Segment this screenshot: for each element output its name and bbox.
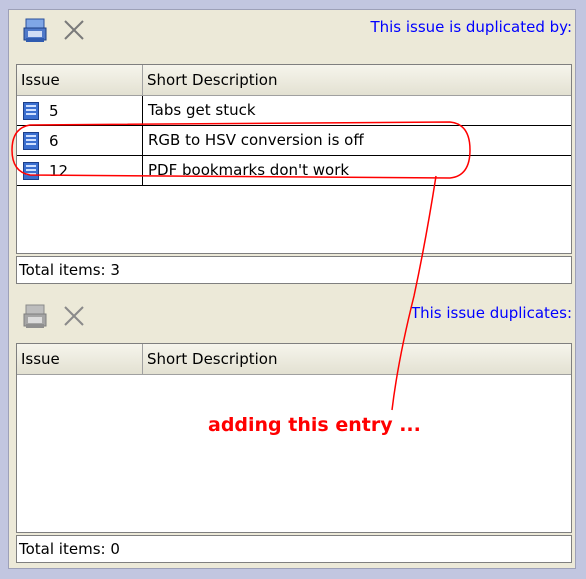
issue-cell: 5 bbox=[17, 96, 143, 125]
issue-number: 12 bbox=[49, 161, 69, 180]
delete-icon[interactable] bbox=[60, 16, 88, 44]
issue-icon bbox=[23, 101, 39, 120]
issue-number: 5 bbox=[49, 101, 59, 120]
table-header: Issue Short Description bbox=[17, 65, 571, 96]
issue-icon bbox=[23, 161, 39, 180]
column-header-short-description[interactable]: Short Description bbox=[143, 344, 571, 374]
issue-icon bbox=[23, 131, 39, 150]
table-row[interactable]: 12 PDF bookmarks don't work bbox=[17, 156, 571, 186]
description-cell: PDF bookmarks don't work bbox=[148, 161, 350, 179]
column-header-short-description[interactable]: Short Description bbox=[143, 65, 571, 95]
table-row[interactable]: 5 Tabs get stuck bbox=[17, 96, 571, 126]
annotation-text: adding this entry ... bbox=[208, 414, 421, 436]
duplicated-by-table: Issue Short Description 5 Tabs get stuck… bbox=[16, 64, 572, 254]
table-row[interactable]: 6 RGB to HSV conversion is off bbox=[17, 126, 571, 156]
bottom-total-items: Total items: 0 bbox=[16, 535, 572, 563]
description-cell: Tabs get stuck bbox=[148, 101, 256, 119]
top-toolbar: This issue is duplicated by: bbox=[16, 12, 576, 52]
bottom-panel-caption: This issue duplicates: bbox=[410, 304, 572, 322]
bottom-toolbar: This issue duplicates: bbox=[16, 298, 576, 338]
save-icon[interactable] bbox=[22, 302, 50, 330]
issue-cell: 6 bbox=[17, 126, 143, 155]
table-header: Issue Short Description bbox=[17, 344, 571, 375]
issue-number: 6 bbox=[49, 131, 59, 150]
delete-icon[interactable] bbox=[60, 302, 88, 330]
top-total-items: Total items: 3 bbox=[16, 256, 572, 284]
column-header-issue[interactable]: Issue bbox=[17, 65, 143, 95]
duplicates-table: Issue Short Description bbox=[16, 343, 572, 533]
top-panel-caption: This issue is duplicated by: bbox=[370, 18, 572, 36]
issue-cell: 12 bbox=[17, 156, 143, 185]
column-header-issue[interactable]: Issue bbox=[17, 344, 143, 374]
save-icon[interactable] bbox=[22, 16, 50, 44]
description-cell: RGB to HSV conversion is off bbox=[148, 131, 364, 149]
